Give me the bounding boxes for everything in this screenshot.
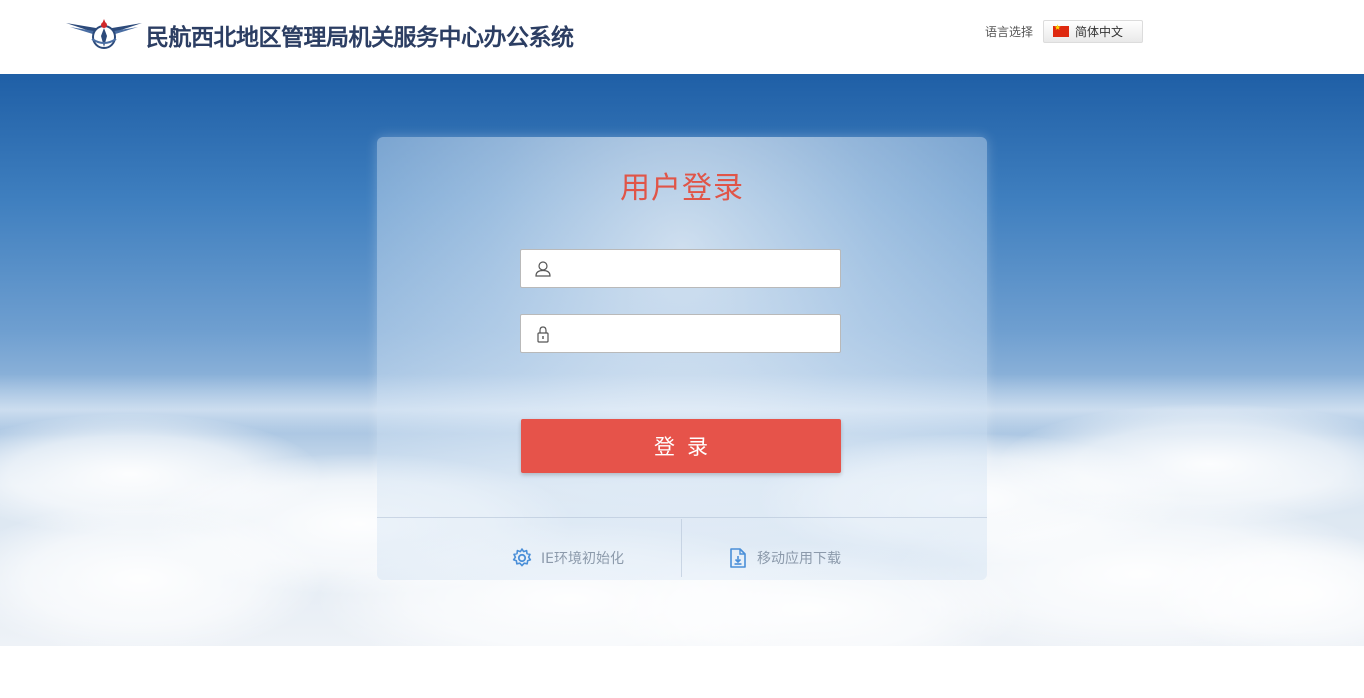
mobile-download-link[interactable]: 移动应用下载 [727,547,841,569]
login-button[interactable]: 登录 [521,419,841,473]
login-title: 用户登录 [620,171,744,206]
divider [377,517,987,518]
password-field[interactable] [520,314,841,353]
divider [681,519,682,577]
header: 民航西北地区管理局机关服务中心办公系统 语言选择 简体中文 [0,0,1364,74]
caac-logo-icon [66,19,142,49]
china-flag-icon [1053,23,1069,37]
site-title: 民航西北地区管理局机关服务中心办公系统 [146,24,574,51]
language-select-value: 简体中文 [1075,25,1124,39]
ie-init-label: IE环境初始化 [541,551,624,567]
page-footer [0,646,1364,698]
login-panel: 用户登录 登录 IE环境初始化 移动应用下载 [377,137,987,580]
language-label: 语言选择 [985,25,1034,39]
lock-icon [537,326,549,343]
ie-init-link[interactable]: IE环境初始化 [511,547,624,569]
mobile-download-label: 移动应用下载 [757,551,841,567]
gear-icon [512,548,532,567]
language-select[interactable]: 简体中文 [1043,20,1143,43]
username-field[interactable] [520,249,841,288]
password-input[interactable] [561,315,837,352]
download-doc-icon [730,548,746,568]
username-input[interactable] [561,250,837,287]
user-icon [535,261,551,277]
